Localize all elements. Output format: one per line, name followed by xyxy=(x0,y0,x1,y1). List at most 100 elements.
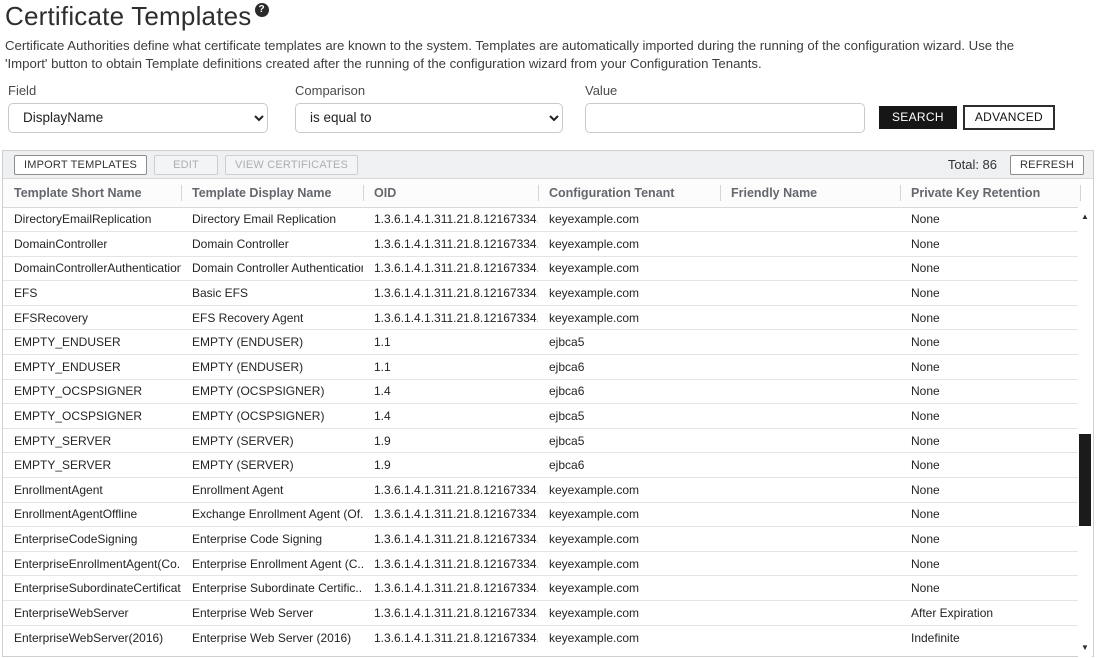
table-cell xyxy=(720,281,900,306)
table-row[interactable]: DirectoryEmailReplicationDirectory Email… xyxy=(3,207,1081,232)
table-cell xyxy=(720,404,900,429)
table-cell: Enterprise Code Signing xyxy=(181,527,363,552)
table-cell: EnrollmentAgentOffline xyxy=(3,502,181,527)
table-cell: EnterpriseCodeSigning xyxy=(3,527,181,552)
value-label: Value xyxy=(585,83,865,98)
table-cell: EFS xyxy=(3,281,181,306)
value-input[interactable] xyxy=(585,103,865,133)
table-cell: EMPTY (SERVER) xyxy=(181,453,363,478)
table-cell: None xyxy=(900,502,1081,527)
table-cell: EMPTY (ENDUSER) xyxy=(181,355,363,380)
table-row[interactable]: EMPTY_ENDUSEREMPTY (ENDUSER)1.1ejbca6Non… xyxy=(3,355,1081,380)
field-label: Field xyxy=(8,83,268,98)
table-cell: keyexample.com xyxy=(538,625,720,650)
column-header-private-key-retention[interactable]: Private Key Retention xyxy=(900,179,1081,207)
table-cell: 1.3.6.1.4.1.311.21.8.12167334.... xyxy=(363,478,538,503)
column-header-template-display-name[interactable]: Template Display Name xyxy=(181,179,363,207)
table-row[interactable]: EMPTY_ENDUSEREMPTY (ENDUSER)1.1ejbca5Non… xyxy=(3,330,1081,355)
search-form: Field DisplayName Comparison is equal to… xyxy=(8,83,1096,133)
table-cell xyxy=(720,625,900,650)
table-row[interactable]: EMPTY_OCSPSIGNEREMPTY (OCSPSIGNER)1.4ejb… xyxy=(3,379,1081,404)
column-header-configuration-tenant[interactable]: Configuration Tenant xyxy=(538,179,720,207)
table-cell: EnterpriseEnrollmentAgent(Co... xyxy=(3,551,181,576)
table-cell: DomainControllerAuthentication xyxy=(3,256,181,281)
table-row[interactable]: DomainControllerAuthenticationDomain Con… xyxy=(3,256,1081,281)
table-row[interactable]: EMPTY_SERVEREMPTY (SERVER)1.9ejbca5None xyxy=(3,428,1081,453)
table-cell: ejbca5 xyxy=(538,330,720,355)
comparison-select[interactable]: is equal to xyxy=(295,103,563,133)
column-header-template-short-name[interactable]: Template Short Name xyxy=(3,179,181,207)
column-header-friendly-name[interactable]: Friendly Name xyxy=(720,179,900,207)
table-cell: Enterprise Web Server xyxy=(181,601,363,626)
table-cell: ejbca5 xyxy=(538,428,720,453)
table-cell: None xyxy=(900,256,1081,281)
table-cell: Basic EFS xyxy=(181,281,363,306)
table-row[interactable]: EnterpriseWebServer(2016)Enterprise Web … xyxy=(3,625,1081,650)
table-header: Template Short Name Template Display Nam… xyxy=(3,179,1081,207)
table-cell: keyexample.com xyxy=(538,576,720,601)
table-cell: EMPTY (ENDUSER) xyxy=(181,330,363,355)
table-cell: Enterprise Enrollment Agent (C... xyxy=(181,551,363,576)
table-cell: ejbca6 xyxy=(538,453,720,478)
import-templates-button[interactable]: IMPORT TEMPLATES xyxy=(14,155,147,175)
table-row[interactable]: EFSBasic EFS1.3.6.1.4.1.311.21.8.1216733… xyxy=(3,281,1081,306)
templates-table: Template Short Name Template Display Nam… xyxy=(3,179,1081,650)
table-row[interactable]: DomainControllerDomain Controller1.3.6.1… xyxy=(3,232,1081,257)
scroll-up-icon[interactable]: ▲ xyxy=(1078,210,1092,223)
table-row[interactable]: EnrollmentAgentOfflineExchange Enrollmen… xyxy=(3,502,1081,527)
field-select[interactable]: DisplayName xyxy=(8,103,268,133)
table-cell: 1.9 xyxy=(363,453,538,478)
table-cell xyxy=(720,502,900,527)
table-row[interactable]: EnterpriseEnrollmentAgent(Co...Enterpris… xyxy=(3,551,1081,576)
table-row[interactable]: EMPTY_SERVEREMPTY (SERVER)1.9ejbca6None xyxy=(3,453,1081,478)
table-cell: None xyxy=(900,281,1081,306)
column-header-oid[interactable]: OID xyxy=(363,179,538,207)
table-cell: EMPTY_ENDUSER xyxy=(3,355,181,380)
table-cell: None xyxy=(900,551,1081,576)
total-count: Total: 86 xyxy=(948,157,997,172)
table-cell: 1.3.6.1.4.1.311.21.8.12167334.... xyxy=(363,207,538,232)
table-cell: DomainController xyxy=(3,232,181,257)
table-cell: keyexample.com xyxy=(538,305,720,330)
table-cell: None xyxy=(900,527,1081,552)
table-cell: Enrollment Agent xyxy=(181,478,363,503)
scroll-down-icon[interactable]: ▼ xyxy=(1078,641,1092,654)
help-icon[interactable]: ? xyxy=(255,3,269,17)
table-cell: None xyxy=(900,478,1081,503)
table-cell: None xyxy=(900,404,1081,429)
table-row[interactable]: EFSRecoveryEFS Recovery Agent1.3.6.1.4.1… xyxy=(3,305,1081,330)
table-cell: EMPTY_SERVER xyxy=(3,453,181,478)
table-cell: ejbca5 xyxy=(538,404,720,429)
page-description: Certificate Authorities define what cert… xyxy=(0,32,1078,73)
table-row[interactable]: EnterpriseWebServerEnterprise Web Server… xyxy=(3,601,1081,626)
table-cell: 1.4 xyxy=(363,379,538,404)
table-row[interactable]: EnterpriseSubordinateCertificati...Enter… xyxy=(3,576,1081,601)
scrollbar[interactable]: ▲ ▼ xyxy=(1078,207,1092,657)
table-cell xyxy=(720,305,900,330)
table-row[interactable]: EMPTY_OCSPSIGNEREMPTY (OCSPSIGNER)1.4ejb… xyxy=(3,404,1081,429)
table-cell: 1.3.6.1.4.1.311.21.8.12167334.... xyxy=(363,576,538,601)
table-cell: None xyxy=(900,576,1081,601)
table-cell: ejbca6 xyxy=(538,355,720,380)
table-cell: EFS Recovery Agent xyxy=(181,305,363,330)
table-cell xyxy=(720,478,900,503)
table-cell: 1.9 xyxy=(363,428,538,453)
search-button[interactable]: SEARCH xyxy=(879,106,957,129)
table-cell: EMPTY_OCSPSIGNER xyxy=(3,404,181,429)
table-cell xyxy=(720,453,900,478)
table-cell xyxy=(720,355,900,380)
table-cell: 1.4 xyxy=(363,404,538,429)
table-cell xyxy=(720,601,900,626)
table-cell: 1.3.6.1.4.1.311.21.8.12167334.... xyxy=(363,305,538,330)
comparison-label: Comparison xyxy=(295,83,563,98)
table-row[interactable]: EnterpriseCodeSigningEnterprise Code Sig… xyxy=(3,527,1081,552)
advanced-button[interactable]: ADVANCED xyxy=(963,105,1055,130)
refresh-button[interactable]: REFRESH xyxy=(1010,155,1084,175)
grid-toolbar: IMPORT TEMPLATES EDIT VIEW CERTIFICATES … xyxy=(3,151,1093,179)
page-title: Certificate Templates xyxy=(5,1,252,31)
table-row[interactable]: EnrollmentAgentEnrollment Agent1.3.6.1.4… xyxy=(3,478,1081,503)
table-cell xyxy=(720,551,900,576)
table-cell: 1.1 xyxy=(363,355,538,380)
scrollbar-thumb[interactable] xyxy=(1079,434,1091,526)
table-cell: ejbca6 xyxy=(538,379,720,404)
